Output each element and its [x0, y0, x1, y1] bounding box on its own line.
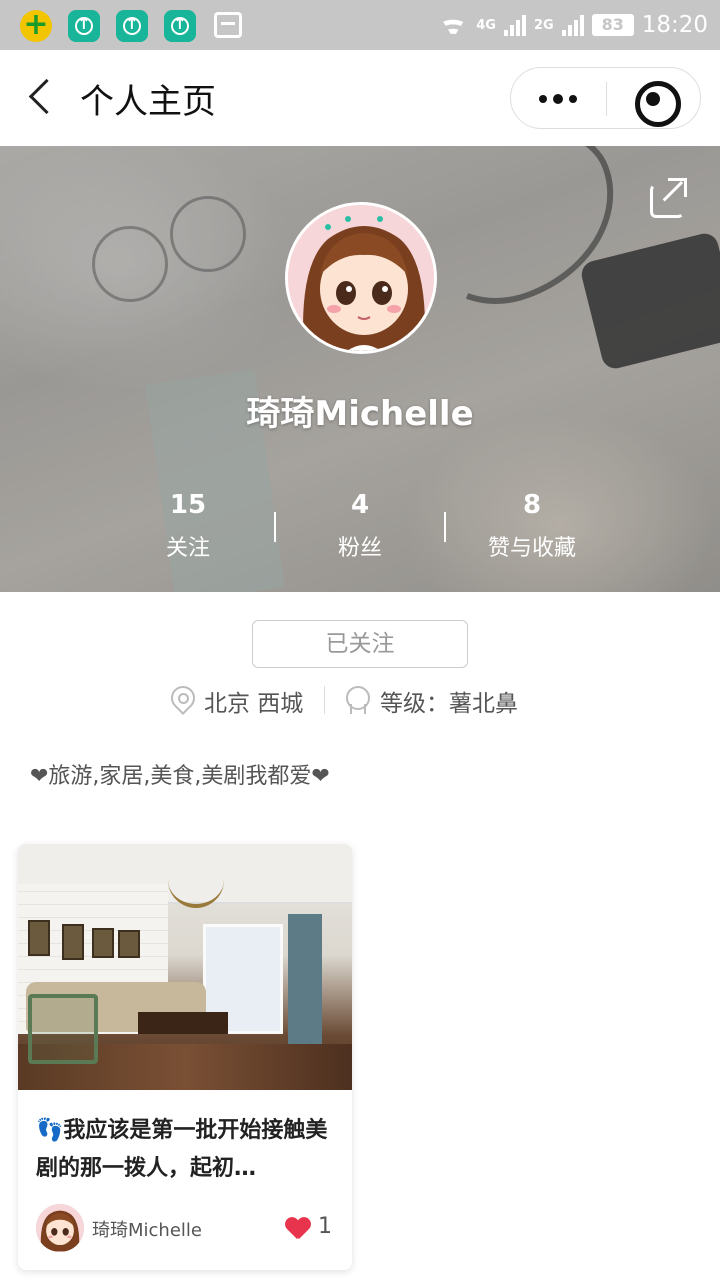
battery-indicator: 83: [591, 14, 634, 36]
status-bar: 4G 2G 83 18:20: [0, 0, 720, 50]
profile-username: 琦琦Michelle: [246, 394, 474, 434]
badge-icon: [344, 686, 370, 714]
profile-banner: 琦琦Michelle 15 关注 4 粉丝 8 赞与收藏: [0, 146, 720, 592]
page-title: 个人主页: [80, 82, 216, 122]
stat-label: 关注: [165, 536, 210, 561]
stat-value: 4: [350, 490, 370, 520]
back-button[interactable]: [22, 78, 58, 118]
upload-icon: [164, 10, 196, 42]
heart-icon[interactable]: [286, 1218, 310, 1240]
location-text: 北京 西城: [204, 691, 304, 717]
scan-icon: [214, 12, 242, 38]
upload-icon: [116, 10, 148, 42]
level-text: 等级：薯北鼻: [380, 691, 518, 717]
stat-following[interactable]: 15 关注: [102, 490, 274, 562]
post-title: 👣我应该是第一批开始接触美剧的那一拨人，起初…: [36, 1118, 328, 1181]
stat-label: 粉丝: [337, 536, 382, 561]
stat-label: 赞与收藏: [487, 536, 576, 561]
profile-info-row: 北京 西城 等级：薯北鼻: [0, 684, 720, 717]
network-type-label: 4G: [476, 17, 496, 33]
post-card[interactable]: 👣我应该是第一批开始接触美剧的那一拨人，起初… 琦琦Michelle 1: [18, 844, 352, 1270]
post-cover-image: [18, 844, 352, 1090]
stat-followers[interactable]: 4 粉丝: [274, 490, 446, 562]
stat-likes-collections[interactable]: 8 赞与收藏: [446, 490, 618, 562]
author-name: 琦琦Michelle: [92, 1220, 202, 1241]
info-divider: [324, 686, 325, 714]
share-icon[interactable]: [648, 178, 687, 218]
stat-value: 15: [169, 490, 207, 520]
app-icon-health: [20, 7, 52, 42]
like-count: 1: [318, 1214, 332, 1239]
mini-program-capsule: [510, 67, 701, 129]
wifi-icon: [438, 14, 468, 36]
profile-avatar[interactable]: [285, 202, 437, 354]
stat-value: 8: [522, 490, 542, 520]
location-icon: [170, 686, 194, 714]
follow-button[interactable]: 已关注: [252, 620, 468, 668]
upload-icon: [68, 10, 100, 42]
signal-icon: [561, 14, 584, 36]
close-miniprogram-button[interactable]: [607, 68, 702, 130]
more-button[interactable]: [511, 68, 606, 130]
signal-icon: [503, 14, 526, 36]
nav-header: 个人主页: [0, 50, 720, 146]
author-avatar: [36, 1204, 84, 1252]
clock: 18:20: [641, 12, 708, 38]
profile-bio: ❤旅游,家居,美食,美剧我都爱❤: [30, 764, 330, 789]
network-type-label: 2G: [533, 17, 554, 33]
